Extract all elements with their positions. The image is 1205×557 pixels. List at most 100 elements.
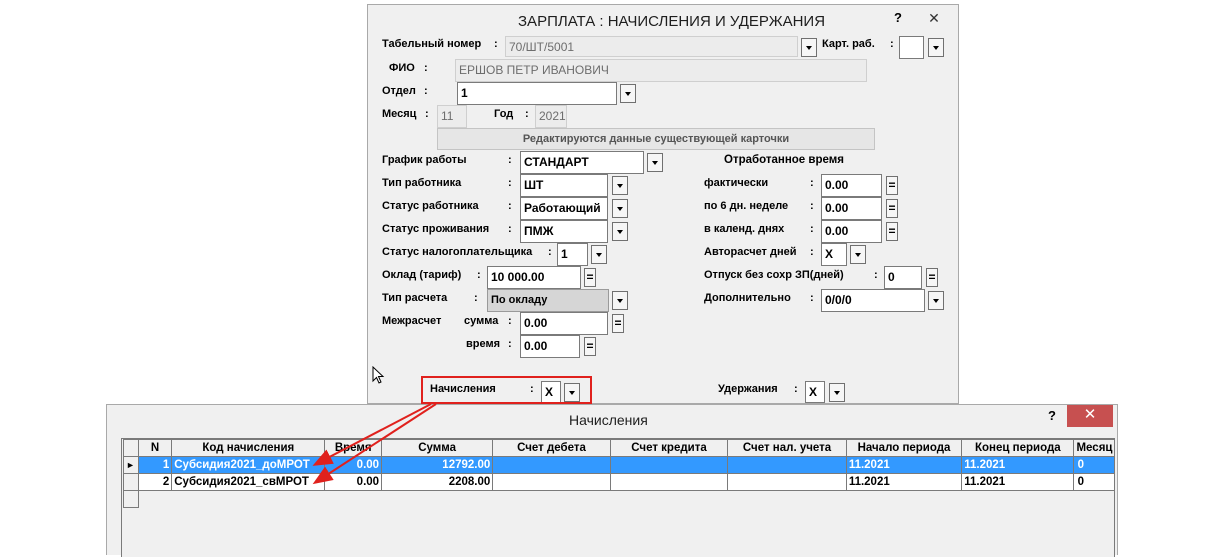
salary-field[interactable]: 10 000.00 [487, 266, 581, 289]
column-header[interactable]: Начало периода [845, 439, 963, 457]
column-header[interactable]: Время [324, 439, 383, 457]
mouse-cursor-icon [372, 366, 385, 384]
close-button[interactable]: ✕ [916, 7, 952, 29]
residence-dropdown-icon[interactable] [612, 222, 628, 241]
mezh-sum-field[interactable]: 0.00 [520, 312, 608, 335]
period-start: 11.2021 [845, 473, 963, 491]
colon: : [810, 223, 814, 235]
taxpayer-field[interactable]: 1 [557, 243, 588, 266]
accruals-window: Начисления ? ✕ N Код начисления Время Су… [106, 404, 1118, 557]
column-header[interactable]: Счет кредита [609, 439, 729, 457]
mezh-sum-label: сумма [464, 315, 499, 327]
debit-account [492, 473, 611, 491]
row-indicator [123, 473, 139, 491]
worker-type-label: Тип работника [382, 177, 462, 189]
worker-status-dropdown-icon[interactable] [612, 199, 628, 218]
deductions-label: Удержания [718, 383, 778, 395]
otdel-field[interactable]: 1 [457, 82, 617, 105]
calendar-field[interactable]: 0.00 [821, 220, 882, 243]
colon: : [474, 292, 478, 304]
worker-status-label: Статус работника [382, 200, 479, 212]
leave-calc-button[interactable]: = [926, 268, 938, 287]
empty-cell [138, 490, 1114, 508]
taxpayer-label: Статус налогоплательщика [382, 246, 533, 258]
fact-label: фактически [704, 177, 769, 189]
calendar-calc-button[interactable]: = [886, 222, 898, 241]
main-window-title: ЗАРПЛАТА : НАЧИСЛЕНИЯ И УДЕРЖАНИЯ [518, 13, 826, 30]
colon: : [794, 383, 798, 395]
calc-type-field[interactable]: По окладу [487, 289, 609, 312]
worker-type-field[interactable]: ШТ [520, 174, 608, 197]
period-end: 11.2021 [961, 473, 1075, 491]
column-header[interactable]: N [137, 439, 173, 457]
kart-label: Карт. раб. [822, 38, 875, 50]
column-header[interactable]: Счет нал. учета [727, 439, 847, 457]
mezh-time-label: время [466, 338, 501, 350]
colon: : [494, 38, 498, 50]
status-banner: Редактируются данные существующей карточ… [437, 128, 875, 150]
table-row-empty[interactable] [123, 490, 1114, 508]
schedule-label: График работы [382, 154, 467, 166]
six-day-label: по 6 дн. неделе [704, 200, 789, 212]
additional-field[interactable]: 0/0/0 [821, 289, 925, 312]
accrual-sum: 12792.00 [381, 456, 494, 474]
additional-label: Дополнительно [704, 292, 791, 304]
tabnum-field[interactable]: 70/ШТ/5001 [505, 36, 798, 57]
colon: : [508, 177, 512, 189]
taxpayer-dropdown-icon[interactable] [591, 245, 607, 264]
table-row[interactable]: 2 Субсидия2021_свМРОТ 0.00 2208.00 11.20… [123, 473, 1114, 491]
schedule-dropdown-icon[interactable] [647, 153, 663, 172]
column-header[interactable]: Сумма [381, 439, 494, 457]
accrual-time: 0.00 [324, 473, 383, 491]
leave-label: Отпуск без сохр ЗП(дней) [704, 269, 844, 281]
kart-dropdown-icon[interactable] [928, 38, 944, 57]
month-label: Месяц [382, 108, 417, 120]
calendar-label: в календ. днях [704, 223, 785, 235]
column-header[interactable]: Код начисления [171, 439, 326, 457]
salary-calc-button[interactable]: = [584, 268, 596, 287]
year-field: 2021 [535, 105, 567, 128]
auto-days-label: Авторасчет дней [704, 246, 797, 258]
colon: : [508, 200, 512, 212]
deductions-dropdown-icon[interactable] [829, 383, 845, 402]
kart-field[interactable] [899, 36, 924, 59]
auto-days-field[interactable]: X [821, 243, 847, 266]
leave-field[interactable]: 0 [884, 266, 922, 289]
mezh-time-calc-button[interactable]: = [584, 337, 596, 356]
help-button[interactable]: ? [894, 10, 902, 25]
colon: : [508, 315, 512, 327]
worker-type-dropdown-icon[interactable] [612, 176, 628, 195]
additional-dropdown-icon[interactable] [928, 291, 944, 310]
six-day-field[interactable]: 0.00 [821, 197, 882, 220]
residence-field[interactable]: ПМЖ [520, 220, 608, 243]
column-header[interactable]: Счет дебета [492, 439, 611, 457]
auto-days-dropdown-icon[interactable] [850, 245, 866, 264]
accrual-month: 0 [1073, 473, 1114, 491]
row-indicator-header [123, 439, 139, 457]
accruals-table[interactable]: N Код начисления Время Сумма Счет дебета… [123, 439, 1114, 508]
deductions-field[interactable]: X [805, 381, 825, 403]
column-header[interactable]: Месяц [1073, 439, 1114, 457]
fio-label: ФИО [389, 62, 415, 74]
colon: : [508, 154, 512, 166]
accruals-grid-area[interactable]: N Код начисления Время Сумма Счет дебета… [121, 438, 1115, 557]
residence-label: Статус проживания [382, 223, 490, 235]
accruals-close-button[interactable]: ✕ [1067, 405, 1113, 427]
tabnum-dropdown-icon[interactable] [801, 38, 817, 57]
period-end: 11.2021 [961, 456, 1075, 474]
period-start: 11.2021 [845, 456, 963, 474]
fact-calc-button[interactable]: = [886, 176, 898, 195]
fact-field[interactable]: 0.00 [821, 174, 882, 197]
schedule-field[interactable]: СТАНДАРТ [520, 151, 644, 174]
mezh-time-field[interactable]: 0.00 [520, 335, 580, 358]
table-row[interactable]: ► 1 Субсидия2021_доМРОТ 0.00 12792.00 11… [123, 456, 1114, 474]
calc-type-dropdown-icon[interactable] [612, 291, 628, 310]
six-day-calc-button[interactable]: = [886, 199, 898, 218]
worker-status-field[interactable]: Работающий [520, 197, 608, 220]
fio-field[interactable]: ЕРШОВ ПЕТР ИВАНОВИЧ [455, 59, 867, 82]
column-header[interactable]: Конец периода [961, 439, 1075, 457]
debit-account [492, 456, 611, 474]
accruals-help-button[interactable]: ? [1048, 408, 1056, 423]
mezh-sum-calc-button[interactable]: = [612, 314, 624, 333]
otdel-dropdown-icon[interactable] [620, 84, 636, 103]
